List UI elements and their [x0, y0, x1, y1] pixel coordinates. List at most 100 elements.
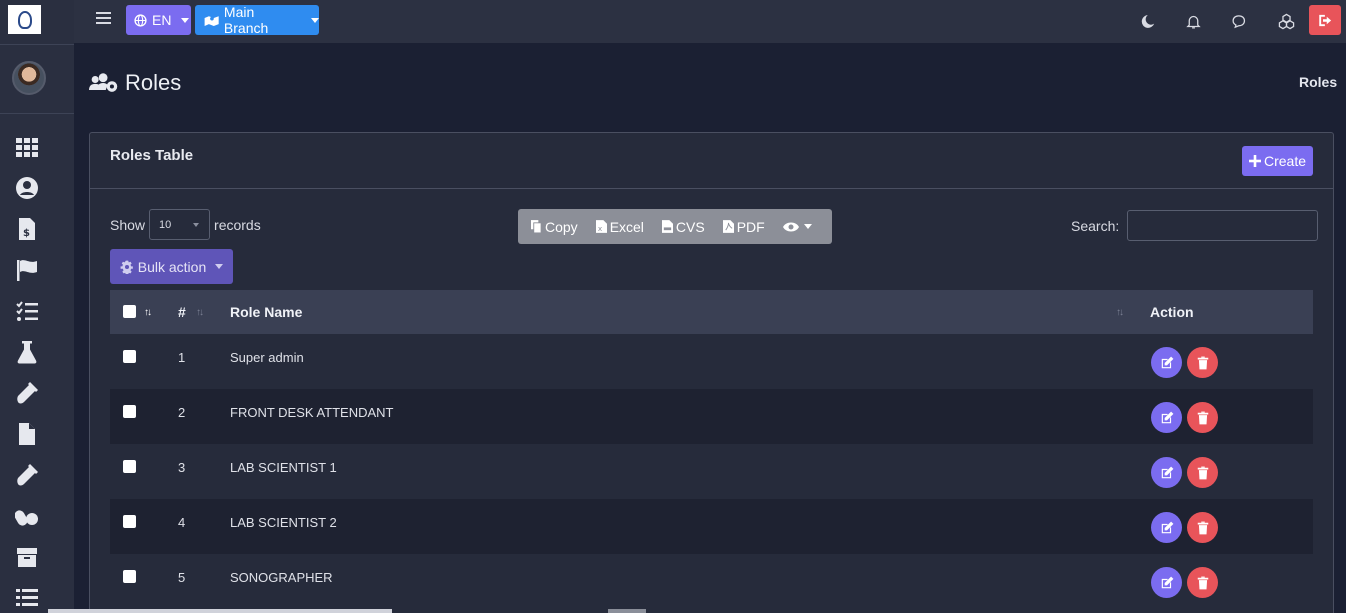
app-logo[interactable]	[8, 5, 41, 34]
trash-icon	[1197, 576, 1208, 589]
chat-bubbles-icon[interactable]	[1229, 11, 1249, 31]
notification-bell-icon[interactable]	[1183, 11, 1203, 31]
column-header-action: Action	[1150, 304, 1194, 320]
language-dropdown-button[interactable]: EN	[126, 5, 191, 35]
users-cog-icon	[89, 73, 118, 92]
delete-button[interactable]	[1187, 347, 1218, 378]
edit-icon	[1161, 356, 1173, 368]
user-circle-icon[interactable]	[14, 175, 40, 201]
sidebar-divider	[0, 113, 74, 114]
copy-label: Copy	[545, 218, 578, 235]
branch-label: Main Branch	[223, 4, 269, 36]
page-length-control: Show 10 records	[110, 209, 261, 240]
row-number: 4	[178, 515, 186, 530]
dashboard-grid-icon[interactable]	[14, 134, 40, 160]
row-number: 2	[178, 405, 186, 420]
pdf-button[interactable]: PDF	[722, 218, 765, 235]
cubes-icon[interactable]	[1276, 11, 1296, 31]
row-checkbox[interactable]	[123, 460, 136, 473]
row-checkbox[interactable]	[123, 570, 136, 583]
delete-button[interactable]	[1187, 512, 1218, 543]
sort-icon[interactable]: ↑↓	[196, 307, 204, 318]
bulk-action-label: Bulk action	[137, 258, 207, 275]
svg-text:$: $	[23, 228, 30, 239]
tasks-list-icon[interactable]	[14, 298, 40, 324]
list-icon[interactable]	[14, 585, 40, 611]
globe-icon	[134, 13, 147, 27]
edit-button[interactable]	[1151, 457, 1182, 488]
menu-toggle-icon[interactable]	[96, 12, 111, 26]
box-icon[interactable]	[14, 544, 40, 570]
sort-icon[interactable]: ↑↓	[1116, 307, 1124, 318]
plus-icon	[1248, 155, 1261, 167]
chevron-down-icon	[181, 17, 190, 23]
vial-icon[interactable]	[14, 462, 40, 488]
column-header-number[interactable]: #	[178, 304, 186, 320]
svg-text:x: x	[598, 224, 603, 233]
trash-icon	[1197, 521, 1208, 534]
row-checkbox[interactable]	[123, 405, 136, 418]
column-header-role-name[interactable]: Role Name	[230, 304, 302, 320]
edit-button[interactable]	[1151, 402, 1182, 433]
sign-out-icon	[1318, 14, 1331, 26]
bulk-action-button[interactable]: Bulk action	[110, 249, 233, 284]
card-title: Roles Table	[110, 147, 194, 164]
map-marker-icon	[204, 15, 219, 26]
delete-button[interactable]	[1187, 402, 1218, 433]
pdf-label: PDF	[736, 218, 765, 235]
page-title: Roles	[89, 70, 181, 96]
copy-icon	[531, 220, 542, 233]
excel-button[interactable]: x Excel	[595, 219, 644, 235]
invoice-dollar-icon[interactable]: $	[14, 216, 40, 242]
scrollbar-thumb[interactable]	[608, 609, 646, 613]
card-header: Roles Table Create	[90, 133, 1333, 189]
table-row: 2 FRONT DESK ATTENDANT	[110, 389, 1313, 444]
roles-table: ↑↓ # ↑↓ Role Name ↑↓ Action 1 Super admi…	[110, 290, 1313, 609]
role-name: LAB SCIENTIST 2	[230, 515, 337, 530]
sort-icon[interactable]: ↑↓	[144, 307, 152, 318]
dark-mode-moon-icon[interactable]	[1138, 11, 1158, 31]
delete-button[interactable]	[1187, 457, 1218, 488]
edit-button[interactable]	[1151, 567, 1182, 598]
horizontal-scrollbar[interactable]	[48, 609, 392, 613]
pills-icon[interactable]	[14, 503, 40, 529]
table-row: 4 LAB SCIENTIST 2	[110, 499, 1313, 554]
branch-dropdown-button[interactable]: Main Branch	[195, 4, 319, 36]
page-title-text: Roles	[125, 70, 182, 95]
edit-button[interactable]	[1151, 512, 1182, 543]
user-avatar[interactable]	[12, 61, 46, 95]
page-length-select[interactable]: 10	[149, 209, 211, 240]
search-input[interactable]	[1127, 210, 1319, 241]
table-row: 1 Super admin	[110, 334, 1313, 389]
row-number: 3	[178, 460, 186, 475]
document-icon[interactable]	[14, 421, 40, 447]
topbar: EN Main Branch	[74, 0, 1346, 43]
breadcrumb[interactable]: Roles	[1299, 74, 1337, 90]
edit-button[interactable]	[1151, 347, 1182, 378]
file-pdf-icon	[722, 220, 734, 233]
roles-card: Roles Table Create Show 10 records Copy …	[89, 132, 1334, 613]
edit-icon	[1161, 576, 1173, 588]
delete-button[interactable]	[1187, 567, 1218, 598]
trash-icon	[1197, 466, 1208, 479]
row-checkbox[interactable]	[123, 515, 136, 528]
test-tube-icon[interactable]	[14, 380, 40, 406]
language-label: EN	[152, 12, 172, 28]
trash-icon	[1197, 356, 1208, 369]
export-button-group: Copy x Excel CVS PDF	[518, 209, 832, 244]
copy-button[interactable]: Copy	[531, 219, 578, 235]
flag-icon[interactable]	[14, 257, 40, 283]
gear-icon	[120, 260, 133, 274]
csv-button[interactable]: CVS	[661, 219, 705, 235]
trash-icon	[1197, 411, 1208, 424]
show-label: Show	[110, 216, 146, 233]
row-checkbox[interactable]	[123, 350, 136, 363]
column-visibility-button[interactable]	[782, 221, 812, 233]
select-all-checkbox[interactable]	[123, 305, 136, 318]
edit-icon	[1161, 521, 1173, 533]
flask-icon[interactable]	[14, 339, 40, 365]
create-button[interactable]: Create	[1242, 146, 1313, 176]
logo-mark-icon	[17, 10, 32, 29]
logout-button[interactable]	[1309, 5, 1341, 35]
search-control: Search:	[1071, 210, 1319, 241]
